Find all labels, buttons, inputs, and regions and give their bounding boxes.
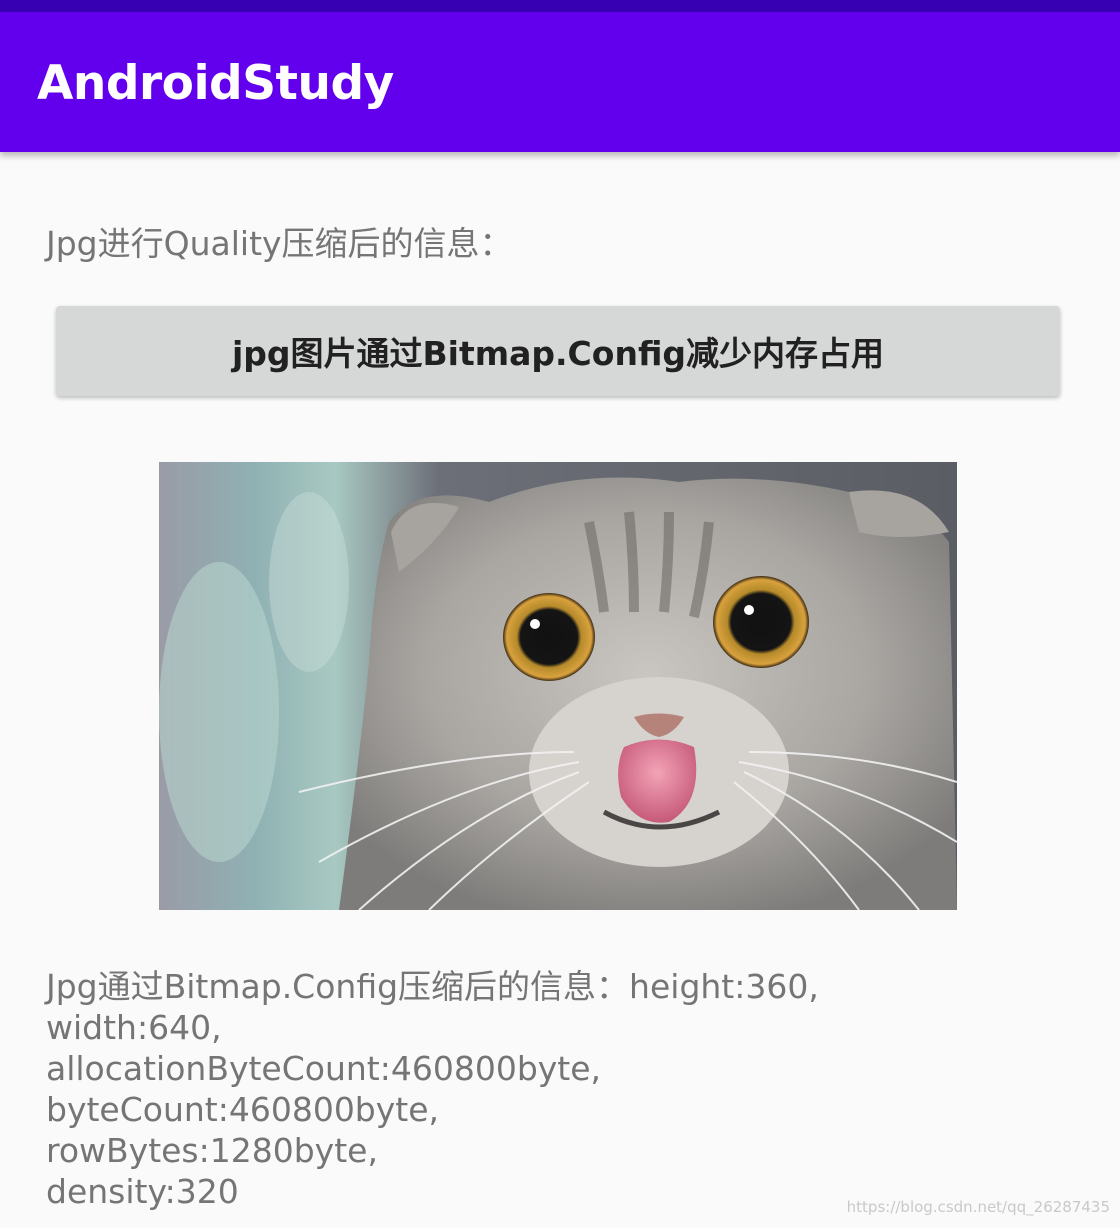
app-title: AndroidStudy — [37, 56, 394, 111]
config-info-line: density:320 — [46, 1172, 239, 1211]
config-info-line: allocationByteCount:460800byte, — [46, 1049, 602, 1088]
config-info-line: width:640, — [46, 1008, 222, 1047]
status-bar — [0, 0, 1120, 12]
config-info-text: Jpg通过Bitmap.Config压缩后的信息：height:360, wid… — [46, 966, 819, 1212]
reduce-memory-button[interactable]: jpg图片通过Bitmap.Config减少内存占用 — [56, 306, 1060, 396]
config-info-line: rowBytes:1280byte, — [46, 1131, 378, 1170]
quality-info-text: Jpg进行Quality压缩后的信息： — [46, 224, 513, 263]
config-info-line: Jpg通过Bitmap.Config压缩后的信息：height:360, — [46, 967, 819, 1006]
watermark: https://blog.csdn.net/qq_26287435 — [846, 1198, 1110, 1216]
cat-image — [159, 462, 957, 910]
app-bar: AndroidStudy — [0, 12, 1120, 152]
app-screen: AndroidStudy Jpg进行Quality压缩后的信息： jpg图片通过… — [0, 0, 1120, 1228]
cat-photo-illustration — [159, 462, 957, 910]
config-info-line: byteCount:460800byte, — [46, 1090, 440, 1129]
